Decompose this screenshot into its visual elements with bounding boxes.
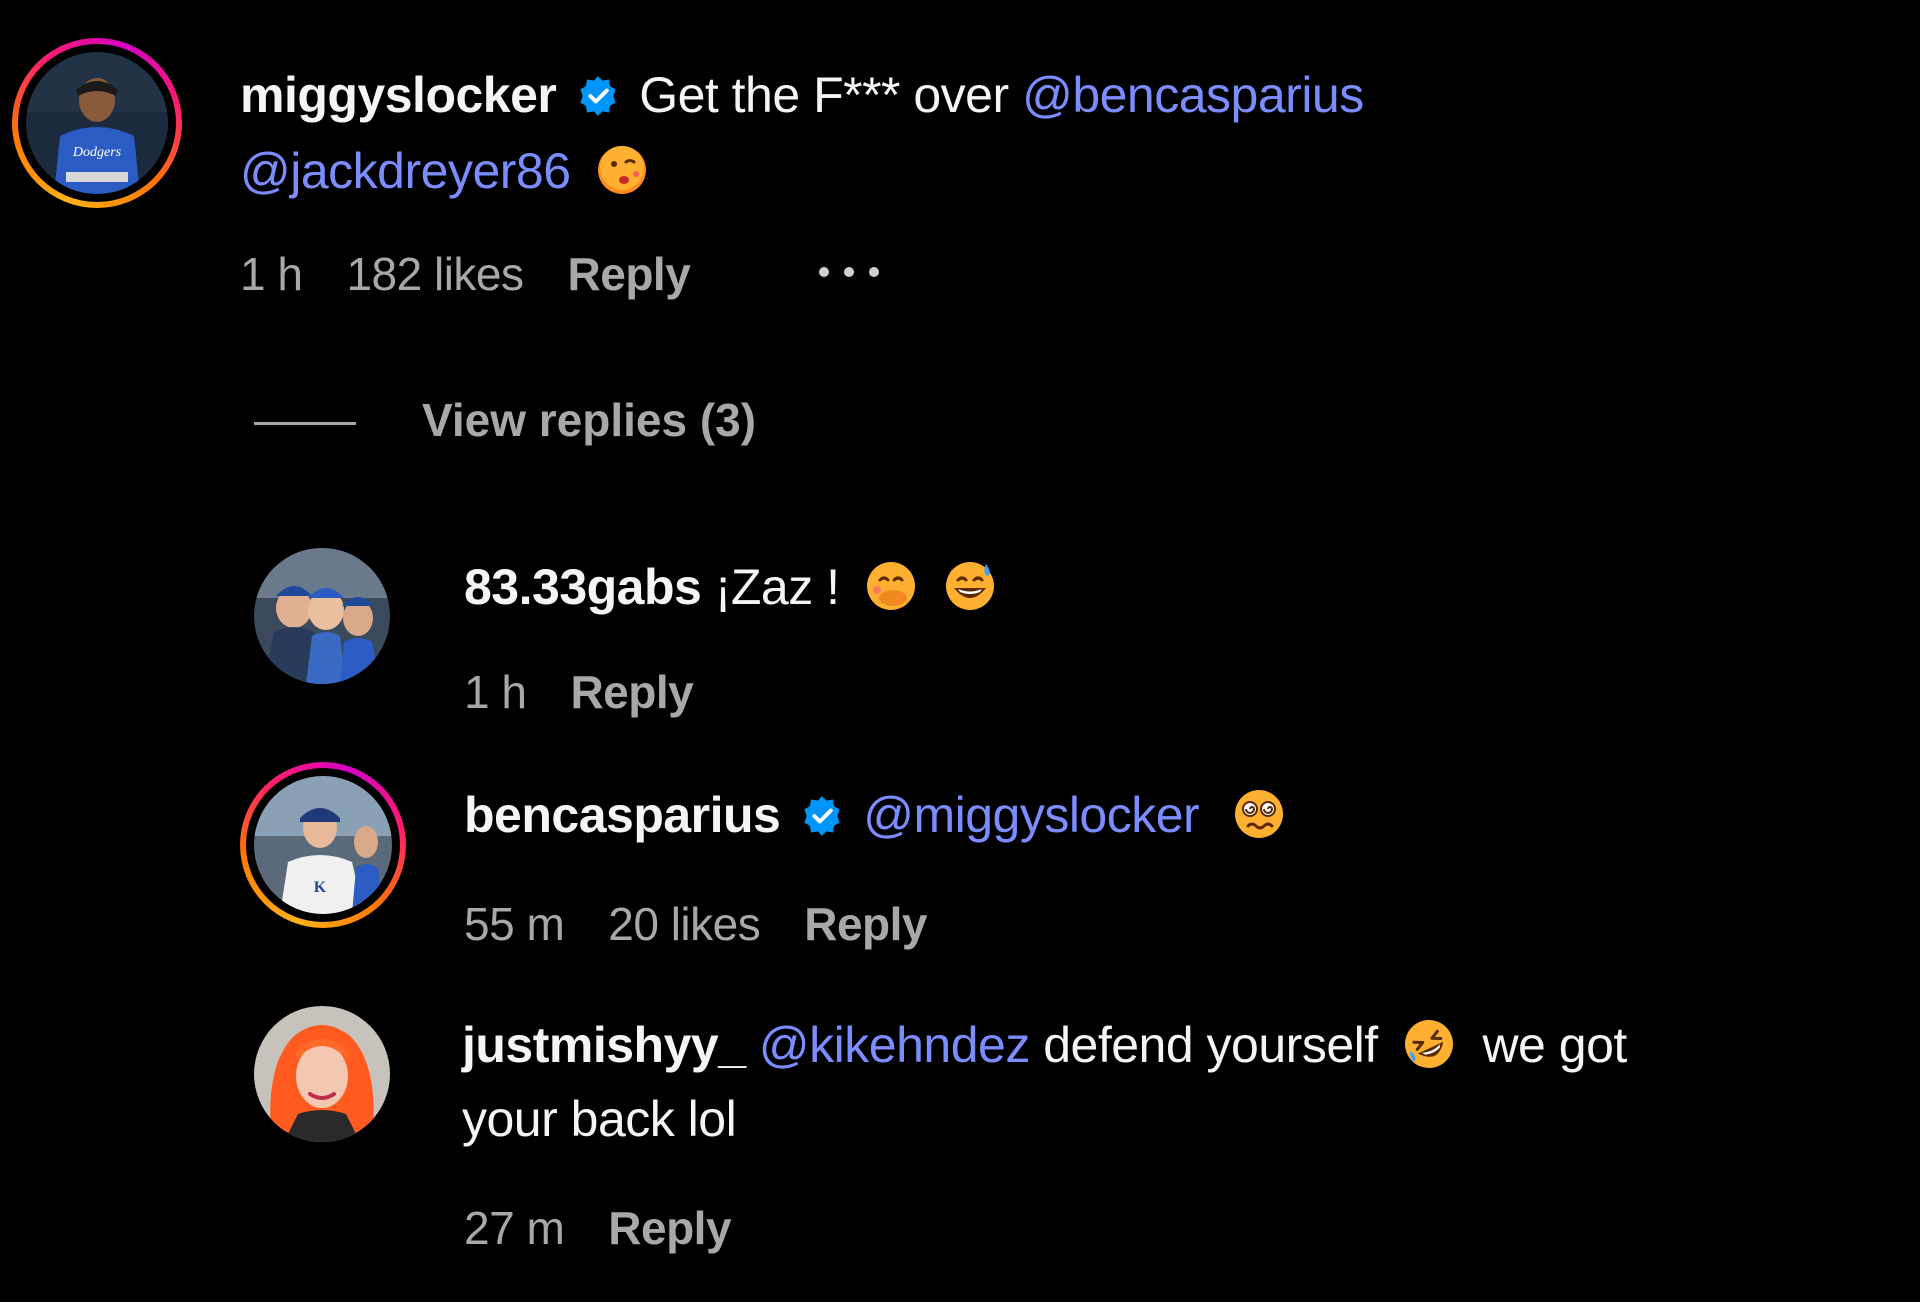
comment-miggyslocker: Dodgers miggyslocker Get the F*** over @…	[0, 0, 1920, 300]
comment-text: ¡Zaz !	[714, 559, 840, 615]
comment-line-2: your back lol	[462, 1088, 737, 1150]
reply-83-33gabs: 83.33gabs ¡Zaz ! 1 h Reply	[0, 540, 1920, 740]
more-options-icon[interactable]	[814, 244, 884, 298]
view-replies-button[interactable]: View replies (3)	[422, 392, 756, 448]
avatar[interactable]	[254, 548, 390, 684]
woozy-dizzy-face-emoji-icon	[1234, 790, 1283, 838]
reply-justmishyy: justmishyy_ @kikehndez defend yourself w…	[0, 1000, 1920, 1300]
comment-text: we got	[1482, 1017, 1627, 1073]
comment-line: 83.33gabs ¡Zaz !	[464, 556, 998, 618]
username[interactable]: 83.33gabs	[464, 559, 702, 615]
timestamp[interactable]: 1 h	[240, 248, 303, 300]
username[interactable]: miggyslocker	[240, 67, 557, 123]
verified-badge-icon	[804, 796, 840, 836]
rolling-laughing-emoji-icon	[1405, 1020, 1454, 1068]
reply-button[interactable]: Reply	[568, 248, 691, 300]
story-ring[interactable]: K	[240, 762, 406, 928]
reply-button[interactable]: Reply	[804, 898, 927, 950]
avatar[interactable]: Dodgers	[26, 52, 168, 194]
story-ring[interactable]: Dodgers	[12, 38, 182, 208]
comment-meta: 1 h 182 likes Reply	[240, 246, 734, 302]
comment-text: defend yourself	[1043, 1017, 1378, 1073]
reply-button[interactable]: Reply	[608, 1202, 731, 1254]
username[interactable]: bencasparius	[464, 787, 781, 843]
svg-text:Dodgers: Dodgers	[72, 145, 122, 160]
mention-link[interactable]: @miggyslocker	[863, 787, 1200, 843]
likes-count[interactable]: 20 likes	[608, 898, 760, 950]
verified-badge-icon	[580, 76, 616, 116]
mention-link[interactable]: @jackdreyer86	[240, 143, 571, 199]
comment-line: miggyslocker Get the F*** over @bencaspa…	[240, 64, 1364, 126]
username[interactable]: justmishyy_	[462, 1017, 746, 1073]
grinning-sweat-emoji-icon	[946, 562, 995, 610]
comment-line-2: @jackdreyer86	[240, 140, 650, 202]
mention-link[interactable]: @bencasparius	[1022, 67, 1364, 123]
avatar[interactable]: K	[254, 776, 392, 914]
timestamp[interactable]: 1 h	[464, 666, 527, 718]
likes-count[interactable]: 182 likes	[346, 248, 524, 300]
mention-link[interactable]: @kikehndez	[759, 1017, 1030, 1073]
comment-line: bencasparius @miggyslocker	[464, 784, 1287, 846]
avatar[interactable]	[254, 1006, 390, 1142]
timestamp[interactable]: 27 m	[464, 1202, 565, 1254]
flirty-kiss-emoji-icon	[597, 146, 646, 194]
timestamp[interactable]: 55 m	[464, 898, 565, 950]
svg-text:K: K	[314, 879, 327, 896]
reply-bencasparius: K bencasparius @miggyslocker 55 m 20 like…	[0, 760, 1920, 960]
comment-meta: 55 m 20 likes Reply	[464, 896, 971, 952]
view-replies-divider	[254, 422, 356, 425]
comment-text: Get the F*** over	[639, 67, 1009, 123]
reply-button[interactable]: Reply	[570, 666, 693, 718]
face-with-hand-over-mouth-emoji-icon	[866, 562, 915, 610]
comment-meta: 1 h Reply	[464, 664, 737, 720]
comment-meta: 27 m Reply	[464, 1200, 775, 1256]
comment-text: your back lol	[462, 1091, 737, 1147]
comment-line: justmishyy_ @kikehndez defend yourself w…	[462, 1014, 1627, 1076]
